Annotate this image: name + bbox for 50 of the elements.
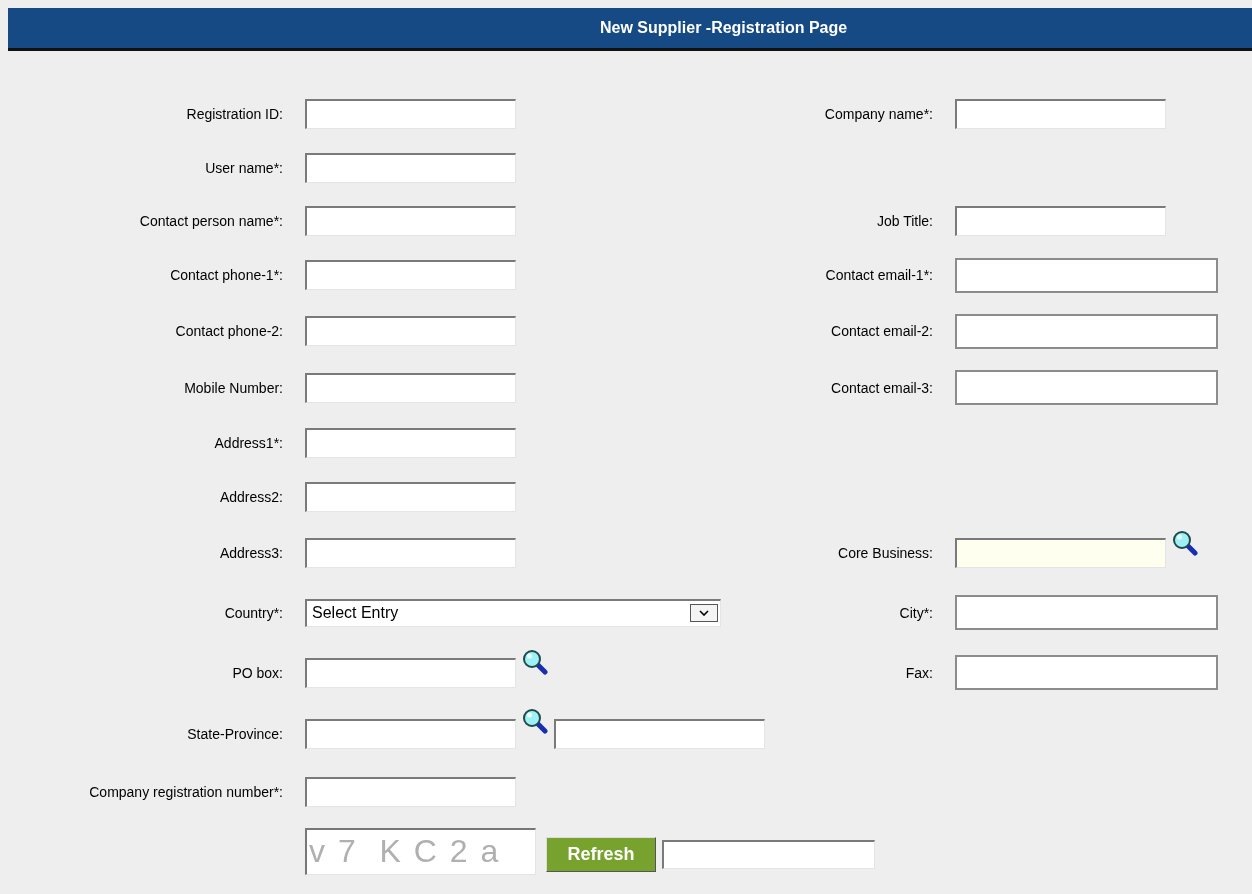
text-field[interactable] bbox=[305, 657, 516, 688]
text-field[interactable] bbox=[305, 316, 516, 346]
text-field[interactable] bbox=[554, 718, 765, 749]
field-label: Job Title: bbox=[876, 212, 933, 229]
page-title: New Supplier -Registration Page bbox=[600, 19, 848, 37]
text-field[interactable] bbox=[955, 257, 1218, 293]
text-field[interactable] bbox=[305, 718, 516, 749]
text-field[interactable] bbox=[305, 482, 516, 512]
field-label: Address3: bbox=[219, 545, 283, 561]
text-field[interactable] bbox=[305, 777, 516, 807]
field-label: Registration ID: bbox=[186, 106, 283, 122]
field-label: Contact email-3: bbox=[831, 379, 933, 396]
text-field[interactable] bbox=[955, 655, 1218, 690]
field-label: Mobile Number: bbox=[184, 379, 283, 396]
text-field[interactable] bbox=[305, 152, 516, 183]
caret-icon bbox=[699, 610, 709, 616]
field-label: Contact person name*: bbox=[139, 212, 283, 229]
field-label: Contact phone-1*: bbox=[170, 267, 283, 283]
text-field[interactable] bbox=[662, 839, 875, 869]
field-label: Contact email-1*: bbox=[825, 267, 933, 283]
field-label: Country*: bbox=[224, 604, 283, 621]
text-field[interactable] bbox=[305, 428, 516, 458]
text-field[interactable] bbox=[955, 313, 1218, 349]
text-field[interactable] bbox=[305, 99, 516, 129]
search-icon[interactable] bbox=[1172, 530, 1198, 556]
captcha-image: v 7 K C 2 a bbox=[305, 827, 536, 875]
field-label: Core Business: bbox=[838, 545, 933, 561]
field-label: Address2: bbox=[219, 489, 283, 505]
field-label: City*: bbox=[899, 604, 933, 621]
field-label: Address1*: bbox=[214, 435, 283, 451]
field-label: Company registration number*: bbox=[89, 784, 283, 800]
text-field[interactable] bbox=[305, 372, 516, 403]
field-label: Company name*: bbox=[824, 106, 933, 122]
field-label: User name*: bbox=[205, 159, 283, 176]
text-field[interactable] bbox=[955, 99, 1166, 129]
text-field[interactable] bbox=[955, 595, 1218, 630]
text-field[interactable] bbox=[955, 370, 1218, 405]
text-field[interactable] bbox=[305, 260, 516, 290]
text-field[interactable] bbox=[305, 538, 516, 568]
field-label: State-Province: bbox=[187, 725, 283, 742]
field-label: Fax: bbox=[905, 664, 933, 681]
dropdown[interactable]: Select Entry bbox=[305, 598, 721, 627]
text-field[interactable] bbox=[955, 538, 1166, 568]
field-label: PO box: bbox=[232, 664, 283, 681]
text-field[interactable] bbox=[955, 205, 1166, 236]
field-label: Contact email-2: bbox=[831, 323, 933, 339]
text-field[interactable] bbox=[305, 205, 516, 236]
field-label: Contact phone-2: bbox=[175, 323, 283, 339]
search-icon[interactable] bbox=[522, 649, 548, 675]
search-icon[interactable] bbox=[522, 708, 548, 734]
